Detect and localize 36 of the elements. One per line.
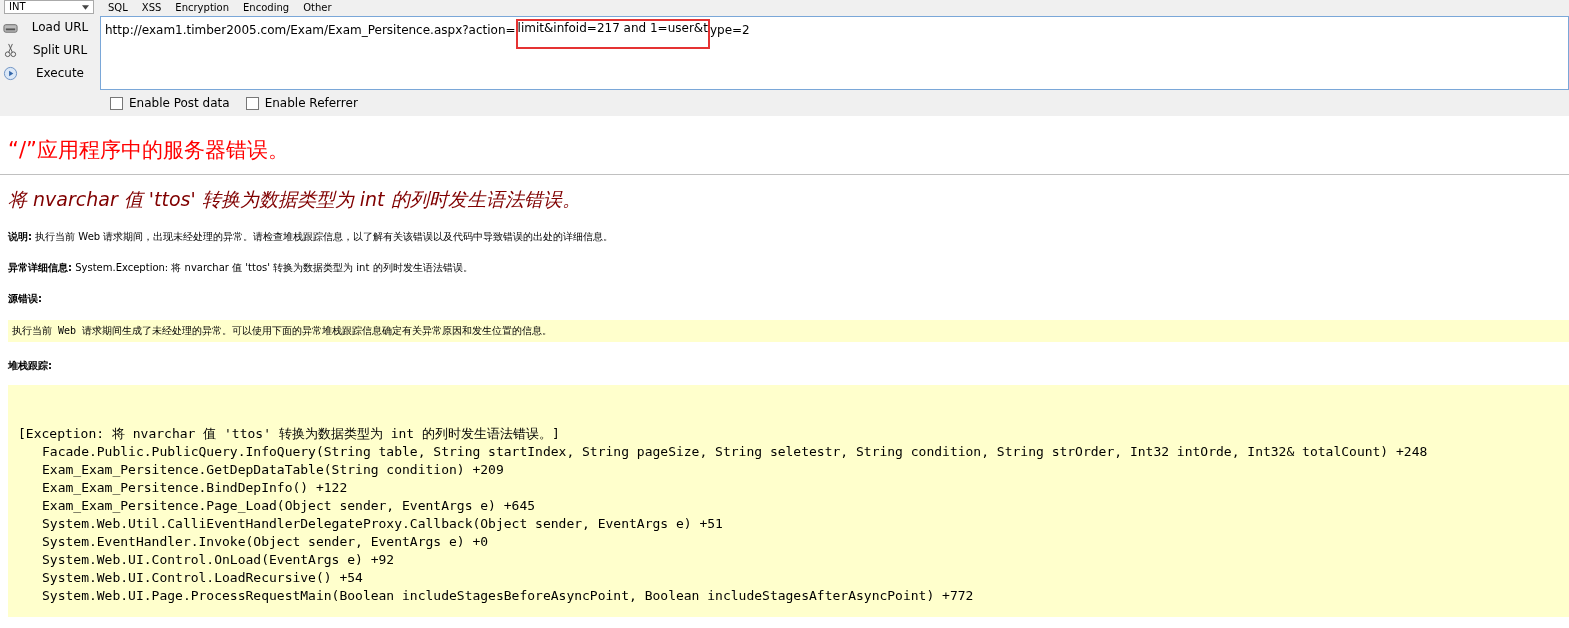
description-label: 说明: xyxy=(8,231,32,242)
error-title: “/”应用程序中的服务器错误。 xyxy=(8,137,290,164)
stack-frame: Exam_Exam_Persitence.GetDepDataTable(String condition) +209 xyxy=(18,461,1559,479)
source-label: 源错误: xyxy=(8,293,42,304)
stack-frame: System.Web.UI.Control.OnLoad(EventArgs e) +92 xyxy=(18,551,1559,569)
checkbox[interactable] xyxy=(110,96,123,110)
menu-item[interactable]: Other xyxy=(303,1,332,13)
play-icon xyxy=(3,65,18,81)
stack-frame: Exam_Exam_Persitence.BindDepInfo() +122 xyxy=(18,479,1559,497)
stack-header: [Exception: 将 nvarchar 值 'ttos' 转换为数据类型为 int 的列时发生语法错误。] xyxy=(18,425,561,443)
url-field[interactable]: http://exam1.timber2005.com/Exam/Exam_Persitence.aspx?action= limit&infoid=217 and 1=user&t ype=2 xyxy=(100,16,1569,90)
checkbox-label: Enable Post data xyxy=(129,96,230,110)
stack-frame: Exam_Exam_Persitence.Page_Load(Object sender, EventArgs e) +645 xyxy=(18,497,1559,515)
menu-item[interactable]: SQL xyxy=(108,1,128,13)
stack-frame: System.EventHandler.Invoke(Object sender, EventArgs e) +0 xyxy=(18,533,1559,551)
source-message: 执行当前 Web 请求期间生成了未经处理的异常。可以使用下面的异常堆栈跟踪信息确定有关异常原因和发生位置的信息。 xyxy=(8,320,1569,342)
stack-frame: System.Web.UI.Page.ProcessRequestMain(Boolean includeStagesBeforeAsyncPoint, Boolean includeStagesAfterAsyncPoint) +772 xyxy=(18,587,1559,605)
scissors-icon xyxy=(3,42,18,58)
menu-item[interactable]: XSS xyxy=(141,1,162,13)
mode-dropdown[interactable]: INT xyxy=(4,0,94,14)
stack-frame: System.Web.UI.Control.LoadRecursive() +54 xyxy=(18,569,1559,587)
stack-frame: System.Web.Util.CalliEventHandlerDelegateProxy.Callback(Object sender, EventArgs e) +51 xyxy=(18,515,1559,533)
error-heading: 将 nvarchar 值 'ttos' 转换为数据类型为 int 的列时发生语法错误。 xyxy=(8,187,582,212)
checkbox[interactable] xyxy=(245,96,259,110)
details-text: System.Exception: 将 nvarchar 值 'ttos' 转换为数据类型为 int 的列时发生语法错误。 xyxy=(75,262,473,273)
menu-item[interactable]: Encryption xyxy=(175,1,230,13)
details-label: 异常详细信息: xyxy=(8,262,72,273)
action-button[interactable]: Split URL xyxy=(22,43,98,57)
menu-item[interactable]: Encoding xyxy=(243,1,290,13)
description-text: 执行当前 Web 请求期间，出现未经处理的异常。请检查堆栈跟踪信息，以了解有关该错误以及代码中导致错误的出处的详细信息。 xyxy=(35,231,614,242)
action-button[interactable]: Execute xyxy=(22,66,98,80)
action-button[interactable]: Load URL xyxy=(22,20,98,34)
stack-frame: Facade.Public.PublicQuery.InfoQuery(String table, String startIndex, String pageSize, String seletestr, String condition, String strOrder, Int32 intOrde, Int32& totalCount) +248 xyxy=(18,443,1559,461)
stack-label: 堆栈跟踪: xyxy=(8,360,52,371)
checkbox-label: Enable Referrer xyxy=(264,96,358,110)
caret-icon xyxy=(82,4,89,10)
